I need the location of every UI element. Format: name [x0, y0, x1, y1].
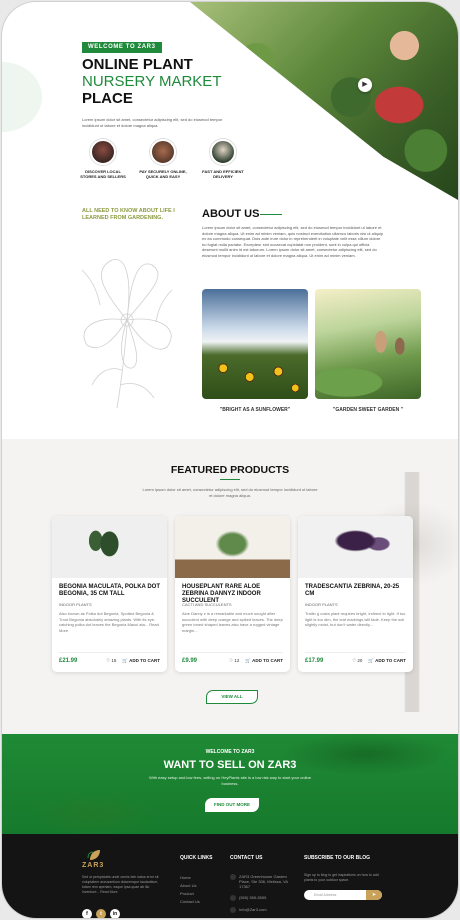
phone-icon	[230, 895, 236, 901]
like-count-value: 12	[234, 658, 240, 663]
feature-label: PAY SECURELY ONLINE, QUICK AND EASY	[139, 169, 187, 179]
product-card[interactable]: HOUSEPLANT RARE ALOE ZEBRINA DANNYZ INDO…	[175, 516, 290, 672]
featured-description: Lorem ipsum dolor sit amet, consectetur …	[142, 487, 318, 498]
contact-phone[interactable]: (555) 555-5555	[239, 895, 266, 901]
product-price: £17.99	[305, 658, 324, 664]
hero-title: ONLINE PLANT NURSERY MARKET PLACE	[82, 56, 242, 107]
feature-label: DISCOVER LOCAL STORES AND SELLERS	[80, 169, 126, 179]
product-title[interactable]: TRADESCANTIA ZEBRINA, 20-25 CM	[305, 584, 406, 600]
product-category: INDOOR PLANTS	[59, 602, 92, 607]
contact-list: ZAR3 Greenhouse Garden Place, Ste 306, M…	[230, 874, 296, 918]
product-card[interactable]: TRADESCANTIA ZEBRINA, 20-25 CM INDOOR PL…	[298, 516, 413, 672]
about-text: Lorem ipsum dolor sit amet, consectetur …	[202, 225, 384, 258]
footer-link-home[interactable]: Home	[180, 874, 200, 882]
product-description: Trailin g costa plant requires bright, i…	[305, 611, 406, 628]
product-category: CACTI AND SUCCULENTS	[182, 602, 232, 607]
like-count[interactable]: ♡ 15	[106, 658, 116, 664]
footer-link-about[interactable]: About Us	[180, 882, 200, 890]
cart-icon: 🛒	[368, 658, 374, 663]
about-side-title: ALL NEED TO KNOW ABOUT LIFE I LEARNED FR…	[82, 208, 175, 221]
title-underline	[220, 479, 240, 480]
photo-caption: "GARDEN SWEET GARDEN "	[332, 407, 404, 413]
sunflower-photo	[202, 289, 308, 399]
decorative-blob	[2, 62, 42, 132]
add-to-cart-label: ADD TO CART	[129, 658, 160, 663]
cta-description: With easy setup and low fees, selling on…	[149, 775, 311, 786]
product-image[interactable]	[298, 516, 413, 578]
hero-description: Lorem ipsum dolor sit amet, consectetur …	[82, 117, 223, 128]
about-title: ABOUT US	[202, 208, 260, 220]
send-arrow-icon[interactable]: ➤	[366, 890, 382, 900]
view-all-button[interactable]: VIEW ALL	[206, 690, 258, 704]
product-description: Also known as Polka dot Begonia, Spotted…	[59, 611, 159, 633]
cta-kicker: WELCOME TO ZAR3	[205, 749, 255, 755]
product-card[interactable]: BEGONIA MACULATA, POLKA DOT BEGONIA, 35 …	[52, 516, 167, 672]
add-to-cart-button[interactable]: 🛒 ADD TO CART	[245, 658, 283, 664]
add-to-cart-button[interactable]: 🛒 ADD TO CART	[368, 658, 406, 664]
cart-icon: 🛒	[245, 658, 251, 663]
product-title[interactable]: HOUSEPLANT RARE ALOE ZEBRINA DANNYZ INDO…	[182, 584, 283, 604]
quick-links-list: Home About Us Product Contact Us	[180, 874, 200, 906]
location-icon	[230, 874, 236, 880]
cart-icon: 🛒	[122, 658, 128, 663]
product-description: Aloe Danny z is a remarkable and much so…	[182, 611, 283, 633]
like-count[interactable]: ♡ 12	[229, 658, 239, 664]
store-image	[90, 139, 116, 165]
like-count-value: 15	[111, 658, 117, 663]
contact-email[interactable]: Info@Zar3.com	[239, 907, 267, 913]
linkedin-icon[interactable]: in	[110, 909, 120, 918]
hero-title-line1: ONLINE PLANT	[82, 56, 193, 73]
featured-title: FEATURED PRODUCTS	[170, 464, 290, 476]
hero-title-line2: NURSERY MARKET	[82, 73, 222, 90]
add-to-cart-button[interactable]: 🛒 ADD TO CART	[122, 658, 160, 664]
payment-image	[150, 139, 176, 165]
photo-caption: "BRIGHT AS A SUNFLOWER"	[219, 407, 291, 413]
hero-title-line3: PLACE	[82, 90, 133, 107]
twitter-icon[interactable]: t	[96, 909, 106, 918]
footer-link-contact[interactable]: Contact Us	[180, 898, 200, 906]
footer-link-product[interactable]: Product	[180, 890, 200, 898]
like-count-value: 20	[357, 658, 363, 663]
footer-about: Sed ut perspiciatis unde omnis iste natu…	[82, 875, 159, 894]
delivery-image	[210, 139, 236, 165]
subscribe-description: Sign up to blog to get inspirations on h…	[304, 873, 379, 882]
feature-item: PAY SECURELY ONLINE, QUICK AND EASY	[138, 139, 188, 179]
quick-links-title: QUICK LINKS	[180, 855, 213, 861]
contact-address: ZAR3 Greenhouse Garden Place, Ste 306, M…	[239, 874, 288, 889]
product-title[interactable]: BEGONIA MACULATA, POLKA DOT BEGONIA, 35 …	[59, 584, 160, 600]
logo-text[interactable]: ZAR3	[82, 862, 104, 869]
cta-title: WANT TO SELL ON ZAR3	[163, 759, 297, 771]
welcome-tag: WELCOME TO ZAR3	[82, 42, 162, 53]
feature-list: DISCOVER LOCAL STORES AND SELLERS PAY SE…	[78, 139, 248, 179]
contact-title: CONTACT US	[230, 855, 263, 861]
page-frame: ▶ WELCOME TO ZAR3 ONLINE PLANT NURSERY M…	[2, 2, 458, 918]
product-price: £21.99	[59, 658, 78, 664]
product-price: £9.99	[182, 658, 198, 664]
product-image[interactable]	[175, 516, 290, 578]
title-underline	[260, 214, 282, 215]
like-count[interactable]: ♡ 20	[352, 658, 362, 664]
mail-icon	[230, 907, 236, 913]
facebook-icon[interactable]: f	[82, 909, 92, 918]
feature-item: DISCOVER LOCAL STORES AND SELLERS	[78, 139, 128, 179]
find-out-more-button[interactable]: FIND OUT MORE	[205, 798, 259, 812]
play-icon[interactable]: ▶	[358, 78, 372, 92]
feature-label: FAST AND EFFICIENT DELIVERY	[202, 169, 244, 179]
feature-item: FAST AND EFFICIENT DELIVERY	[198, 139, 248, 179]
flower-sketch-icon	[81, 258, 173, 409]
garden-photo	[315, 289, 421, 399]
hero-section: ▶ WELCOME TO ZAR3 ONLINE PLANT NURSERY M…	[2, 2, 458, 202]
subscribe-title: SUBSCRIBE TO OUR BLOG	[304, 855, 371, 861]
product-category: INDOOR PLANTS	[305, 602, 338, 607]
add-to-cart-label: ADD TO CART	[375, 658, 406, 663]
add-to-cart-label: ADD TO CART	[252, 658, 283, 663]
product-image[interactable]	[52, 516, 167, 578]
